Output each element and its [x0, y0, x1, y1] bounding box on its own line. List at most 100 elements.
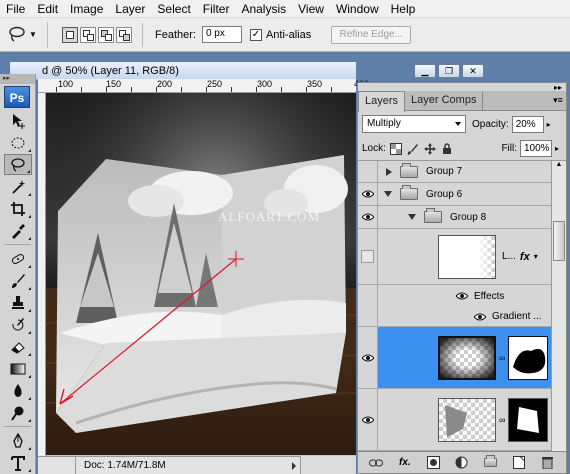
menu-layer[interactable]: Layer: [109, 0, 151, 18]
visibility-toggle[interactable]: [358, 161, 378, 182]
scroll-up-icon[interactable]: ▲: [552, 161, 566, 168]
menu-select[interactable]: Select: [151, 0, 196, 18]
subtract-from-selection-button[interactable]: [98, 26, 114, 43]
tool-preset-picker[interactable]: ▼: [8, 21, 48, 48]
eye-icon[interactable]: [456, 292, 468, 300]
gradient-tool[interactable]: [4, 358, 32, 379]
photoshop-logo[interactable]: Ps: [4, 86, 30, 108]
effects-expand-icon[interactable]: ▾: [534, 252, 538, 261]
opacity-dropdown-icon[interactable]: ▸: [544, 120, 554, 129]
mask-link-icon[interactable]: ∞: [499, 415, 505, 425]
document-title: d @ 50% (Layer 11, RGB/8): [42, 64, 179, 77]
layers-scrollbar[interactable]: ▲: [551, 161, 566, 451]
status-menu-arrow-icon[interactable]: [292, 462, 296, 470]
visibility-toggle[interactable]: [358, 389, 378, 450]
lock-transparent-icon[interactable]: [389, 142, 403, 156]
lasso-tool[interactable]: [4, 154, 32, 175]
menu-edit[interactable]: Edit: [31, 0, 64, 18]
layer-row-selected[interactable]: ∞: [358, 327, 551, 389]
visibility-toggle[interactable]: [358, 206, 378, 228]
menu-window[interactable]: Window: [330, 0, 385, 18]
crop-tool[interactable]: [4, 198, 32, 219]
document-size-info[interactable]: Doc: 1.74M/71.8M: [84, 460, 166, 471]
layer-row-l[interactable]: L... fx ▾: [358, 229, 551, 285]
menu-file[interactable]: File: [0, 0, 31, 18]
menu-view[interactable]: View: [292, 0, 330, 18]
panel-menu-icon[interactable]: ▾≡: [550, 91, 566, 110]
intersect-selection-button[interactable]: [116, 26, 132, 43]
history-brush-icon: [12, 317, 24, 330]
eye-icon[interactable]: [474, 313, 486, 321]
visibility-toggle[interactable]: [358, 327, 378, 388]
layer-row-gradient-effect[interactable]: Gradient ...: [358, 307, 551, 327]
layer-row-group-7[interactable]: Group 7: [358, 161, 551, 183]
folder-icon[interactable]: [483, 455, 499, 471]
ruler-mark: 250: [207, 79, 223, 89]
history-brush-tool[interactable]: [4, 314, 32, 335]
eye-icon: [361, 416, 374, 423]
layer-row-group-6[interactable]: Group 6: [358, 183, 551, 206]
antialias-checkbox[interactable]: ✓: [249, 28, 262, 41]
blend-mode-select[interactable]: Multiply: [362, 115, 466, 133]
lock-all-icon[interactable]: [440, 142, 454, 156]
document-titlebar[interactable]: d @ 50% (Layer 11, RGB/8) ▁ ❐ ✕: [10, 62, 484, 80]
toolbox-grip[interactable]: ▸▸: [0, 74, 35, 84]
marquee-tool[interactable]: [4, 132, 32, 153]
zoom-field[interactable]: [38, 457, 76, 474]
add-to-selection-button[interactable]: [80, 26, 96, 43]
adjustment-icon[interactable]: [454, 455, 470, 471]
lock-position-icon[interactable]: [423, 142, 437, 156]
horizontal-scrollbar[interactable]: [300, 456, 356, 474]
blur-tool[interactable]: [4, 380, 32, 401]
magic-wand-tool[interactable]: [4, 176, 32, 197]
type-tool[interactable]: [4, 452, 32, 473]
eyedropper-tool[interactable]: [4, 220, 32, 241]
menu-filter[interactable]: Filter: [197, 0, 236, 18]
new-selection-button[interactable]: [62, 26, 78, 43]
panel-collapse-icon[interactable]: ▸▸: [554, 83, 562, 92]
fill-dropdown-icon[interactable]: ▸: [552, 144, 562, 153]
lock-pixels-icon[interactable]: [406, 142, 420, 156]
expand-triangle-icon[interactable]: [386, 167, 392, 176]
layer-mask-thumbnail[interactable]: [508, 397, 549, 442]
mask-icon[interactable]: [425, 455, 441, 471]
menu-help[interactable]: Help: [385, 0, 422, 18]
restore-button[interactable]: ❐: [438, 64, 460, 78]
tab-layer-comps[interactable]: Layer Comps: [405, 91, 484, 110]
brush-tool[interactable]: [4, 270, 32, 291]
mask-link-icon[interactable]: ∞: [499, 353, 505, 363]
fill-input[interactable]: 100%: [520, 140, 552, 157]
move-tool[interactable]: [4, 110, 32, 131]
fx-badge[interactable]: fx: [520, 251, 530, 263]
layer-row-group-8[interactable]: Group 8: [358, 206, 551, 229]
menu-image[interactable]: Image: [64, 0, 109, 18]
feather-input[interactable]: 0 px: [201, 26, 242, 43]
visibility-toggle[interactable]: [358, 183, 378, 205]
tab-layers[interactable]: Layers: [358, 91, 406, 112]
clone-stamp-tool[interactable]: [4, 292, 32, 313]
layer-row[interactable]: ∞: [358, 389, 551, 451]
close-button[interactable]: ✕: [462, 64, 484, 78]
layer-name: Group 6: [426, 188, 463, 200]
fx-icon[interactable]: fx.: [397, 455, 413, 471]
layer-row-effects[interactable]: Effects: [358, 285, 551, 307]
new-layer-icon[interactable]: [511, 455, 527, 471]
opacity-input[interactable]: 20%: [511, 115, 544, 133]
layer-mask-thumbnail[interactable]: [508, 335, 549, 380]
type-icon: [11, 455, 25, 471]
eraser-tool[interactable]: [4, 336, 32, 357]
minimize-button[interactable]: ▁: [414, 64, 436, 78]
visibility-toggle[interactable]: [358, 229, 378, 284]
document-canvas[interactable]: ALFOART.COM: [46, 93, 356, 455]
collapse-triangle-icon[interactable]: [408, 214, 416, 220]
trash-icon[interactable]: [540, 455, 556, 471]
dodge-tool[interactable]: [4, 402, 32, 423]
pen-tool[interactable]: [4, 430, 32, 451]
toolbox: ▸▸ Ps: [0, 74, 36, 474]
collapse-triangle-icon[interactable]: [384, 191, 392, 197]
refine-edge-button[interactable]: Refine Edge...: [331, 25, 412, 44]
scroll-thumb[interactable]: [553, 221, 565, 261]
healing-brush-tool[interactable]: [4, 248, 32, 269]
link-icon[interactable]: [368, 455, 384, 471]
menu-analysis[interactable]: Analysis: [235, 0, 292, 18]
